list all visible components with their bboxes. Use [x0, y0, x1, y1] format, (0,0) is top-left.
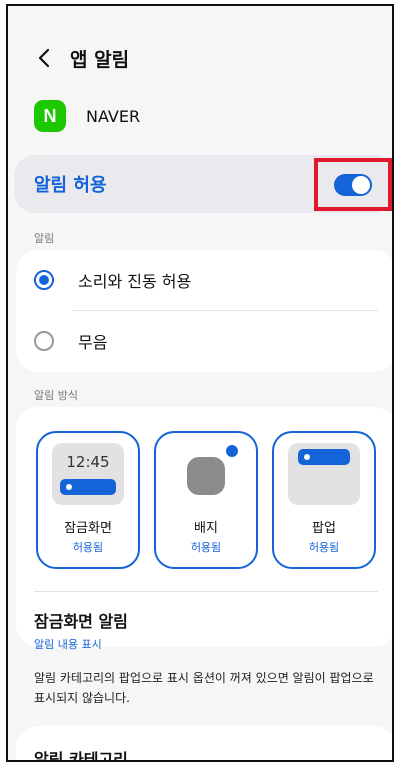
app-icon-shape: [187, 457, 225, 495]
sound-section-label: 알림: [34, 232, 55, 245]
option-sound-vibrate[interactable]: 소리와 진동 허용: [16, 250, 392, 310]
naver-logo-icon: N: [34, 100, 66, 132]
tile-status: 허용됨: [72, 541, 104, 554]
tile-name: 잠금화면: [64, 521, 112, 536]
style-tiles: 12:45 잠금화면 허용됨 배지 허용됨 팝업 허용됨: [16, 407, 392, 569]
lock-alert-subtitle: 알림 내용 표시: [34, 638, 102, 651]
style-section-label: 알림 방식: [34, 389, 78, 402]
allow-notifications-row[interactable]: 알림 허용: [14, 155, 392, 213]
option-silent[interactable]: 무음: [16, 311, 392, 371]
tile-name: 팝업: [312, 521, 336, 536]
preview-time: 12:45: [66, 453, 110, 471]
app-info: N NAVER: [34, 99, 140, 133]
tile-name: 배지: [194, 521, 218, 536]
style-options-card: 12:45 잠금화면 허용됨 배지 허용됨 팝업 허용됨 잠금화면 알림 알림 …: [16, 407, 392, 651]
tile-badge[interactable]: 배지 허용됨: [154, 431, 258, 569]
option-label: 무음: [78, 333, 108, 352]
toggle-knob: [352, 175, 370, 194]
popup-preview-icon: [288, 443, 360, 505]
badge-preview-icon: [170, 443, 242, 505]
popup-bar-icon: [298, 449, 350, 465]
allow-notifications-label: 알림 허용: [34, 175, 107, 196]
tile-status: 허용됨: [308, 541, 340, 554]
tile-lock-screen[interactable]: 12:45 잠금화면 허용됨: [36, 431, 140, 569]
radio-unselected-icon[interactable]: [34, 331, 54, 351]
tile-status: 허용됨: [190, 541, 222, 554]
phone-screen: 앱 알림 N NAVER 알림 허용 알림 소리와 진동 허용 무음 알림 방식: [6, 4, 394, 762]
badge-dot-icon: [224, 443, 240, 459]
sound-options-card: 소리와 진동 허용 무음: [16, 250, 392, 372]
app-header: 앱 알림: [8, 38, 392, 78]
notification-bar-icon: [60, 479, 116, 495]
chevron-left-icon: [38, 48, 50, 68]
notification-category-row[interactable]: 알림 카테고리: [16, 726, 392, 762]
lock-screen-preview-icon: 12:45: [52, 443, 124, 505]
lock-alert-title: 잠금화면 알림: [34, 612, 128, 631]
lock-screen-alert-row[interactable]: 잠금화면 알림 알림 내용 표시: [34, 591, 378, 652]
logo-letter: N: [43, 105, 57, 126]
app-name: NAVER: [86, 106, 141, 126]
allow-notifications-toggle[interactable]: [334, 173, 372, 196]
category-title: 알림 카테고리: [34, 750, 128, 762]
radio-selected-icon[interactable]: [34, 270, 54, 290]
popup-notice-text: 알림 카테고리의 팝업으로 표시 옵션이 꺼져 있으면 알림이 팝업으로 표시되…: [34, 671, 374, 705]
page-title: 앱 알림: [70, 48, 130, 71]
option-label: 소리와 진동 허용: [78, 272, 192, 291]
highlight-box: [314, 158, 392, 211]
tile-popup[interactable]: 팝업 허용됨: [272, 431, 376, 569]
back-button[interactable]: [32, 46, 56, 70]
